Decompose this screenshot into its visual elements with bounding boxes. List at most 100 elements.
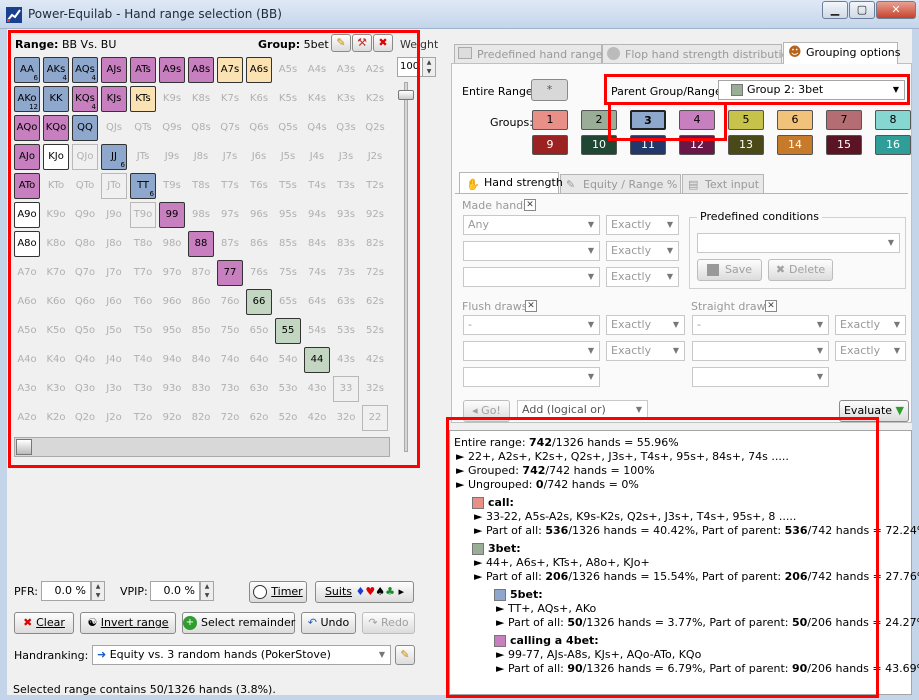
hand-cell-A9s[interactable]: A9s: [159, 57, 185, 83]
tab-flop-hand-strength[interactable]: Flop hand strength distribution: [602, 44, 795, 64]
pfr-spinner[interactable]: ▲ ▼: [91, 581, 105, 601]
hand-cell-A5o[interactable]: A5o: [14, 318, 40, 344]
invert-range-button[interactable]: ☯ Invert range: [80, 612, 176, 634]
hand-cell-Q5s[interactable]: Q5s: [275, 115, 301, 141]
hand-cell-T4o[interactable]: T4o: [130, 347, 156, 373]
hand-cell-A3s[interactable]: A3s: [333, 57, 359, 83]
group-button-2[interactable]: 2: [581, 110, 617, 130]
hand-cell-T6s[interactable]: T6s: [246, 173, 272, 199]
hand-cell-AQs[interactable]: AQs 4: [72, 57, 98, 83]
hand-cell-55[interactable]: 55: [275, 318, 301, 344]
hand-cell-Q6s[interactable]: Q6s: [246, 115, 272, 141]
flush-draws-exactly-2[interactable]: Exactly ▼: [606, 341, 685, 361]
hand-cell-AKo[interactable]: AKo 12: [14, 86, 40, 112]
hand-cell-85s[interactable]: 85s: [275, 231, 301, 257]
hand-cell-65s[interactable]: 65s: [275, 289, 301, 315]
hand-cell-J9s[interactable]: J9s: [159, 144, 185, 170]
hand-cell-J7s[interactable]: J7s: [217, 144, 243, 170]
straight-draws-select-1[interactable]: - ▼: [692, 315, 829, 335]
hand-cell-QQ[interactable]: QQ: [72, 115, 98, 141]
hand-cell-J5o[interactable]: J5o: [101, 318, 127, 344]
hand-cell-99[interactable]: 99: [159, 202, 185, 228]
handranking-select[interactable]: ➜ Equity vs. 3 random hands (PokerStove)…: [92, 645, 391, 665]
hand-cell-52s[interactable]: 52s: [362, 318, 388, 344]
hand-cell-T3s[interactable]: T3s: [333, 173, 359, 199]
hand-cell-JTo[interactable]: JTo: [101, 173, 127, 199]
hand-cell-K5s[interactable]: K5s: [275, 86, 301, 112]
hand-cell-QJs[interactable]: QJs: [101, 115, 127, 141]
hand-cell-K2s[interactable]: K2s: [362, 86, 388, 112]
hand-cell-KTo[interactable]: KTo: [43, 173, 69, 199]
hand-cell-72o[interactable]: 72o: [217, 405, 243, 431]
vpip-spinner[interactable]: ▲ ▼: [200, 581, 214, 601]
hand-cell-64o[interactable]: 64o: [246, 347, 272, 373]
hand-cell-AJs[interactable]: AJs: [101, 57, 127, 83]
hand-cell-QTo[interactable]: QTo: [72, 173, 98, 199]
hand-cell-J6s[interactable]: J6s: [246, 144, 272, 170]
hand-cell-T9s[interactable]: T9s: [159, 173, 185, 199]
group-button-11[interactable]: 11: [630, 135, 666, 155]
hand-cell-77[interactable]: 77: [217, 260, 243, 286]
hand-cell-JJ[interactable]: JJ 6: [101, 144, 127, 170]
group-button-9[interactable]: 9: [532, 135, 568, 155]
hand-cell-K9o[interactable]: K9o: [43, 202, 69, 228]
hand-cell-KQs[interactable]: KQs 4: [72, 86, 98, 112]
hand-cell-96o[interactable]: 96o: [159, 289, 185, 315]
hand-cell-95s[interactable]: 95s: [275, 202, 301, 228]
hand-cell-KTs[interactable]: KTs: [130, 86, 156, 112]
hand-cell-Q4o[interactable]: Q4o: [72, 347, 98, 373]
hand-cell-92o[interactable]: 92o: [159, 405, 185, 431]
hand-cell-K8o[interactable]: K8o: [43, 231, 69, 257]
group-button-12[interactable]: 12: [679, 135, 715, 155]
group-button-10[interactable]: 10: [581, 135, 617, 155]
hand-cell-T8s[interactable]: T8s: [188, 173, 214, 199]
group-button-6[interactable]: 6: [777, 110, 813, 130]
add-logical-select[interactable]: Add (logical or) ▼: [517, 400, 648, 420]
hand-cell-75o[interactable]: 75o: [217, 318, 243, 344]
hand-cell-53s[interactable]: 53s: [333, 318, 359, 344]
hand-cell-K3o[interactable]: K3o: [43, 376, 69, 402]
close-button[interactable]: ✕: [876, 1, 916, 19]
flush-draws-select-3[interactable]: ▼: [463, 367, 600, 387]
hand-cell-72s[interactable]: 72s: [362, 260, 388, 286]
hand-cell-53o[interactable]: 53o: [275, 376, 301, 402]
hand-cell-75s[interactable]: 75s: [275, 260, 301, 286]
hand-cell-42s[interactable]: 42s: [362, 347, 388, 373]
evaluate-button[interactable]: Evaluate ▼: [839, 400, 909, 422]
hand-cell-K4o[interactable]: K4o: [43, 347, 69, 373]
hand-cell-33[interactable]: 33: [333, 376, 359, 402]
straight-draws-clear-icon[interactable]: ✕: [765, 300, 777, 312]
hand-cell-A2s[interactable]: A2s: [362, 57, 388, 83]
hand-cell-J4s[interactable]: J4s: [304, 144, 330, 170]
hand-cell-T4s[interactable]: T4s: [304, 173, 330, 199]
hand-cell-54s[interactable]: 54s: [304, 318, 330, 344]
hand-cell-J6o[interactable]: J6o: [101, 289, 127, 315]
hand-cell-87o[interactable]: 87o: [188, 260, 214, 286]
maximize-button[interactable]: ▢: [849, 1, 875, 19]
hand-cell-Q5o[interactable]: Q5o: [72, 318, 98, 344]
hand-cell-94s[interactable]: 94s: [304, 202, 330, 228]
scrollbar-thumb[interactable]: [16, 439, 32, 455]
hand-cell-T7s[interactable]: T7s: [217, 173, 243, 199]
hand-cell-Q7o[interactable]: Q7o: [72, 260, 98, 286]
hand-cell-86o[interactable]: 86o: [188, 289, 214, 315]
hand-cell-KK[interactable]: KK: [43, 86, 69, 112]
hand-cell-A5s[interactable]: A5s: [275, 57, 301, 83]
hand-cell-T8o[interactable]: T8o: [130, 231, 156, 257]
group-button-1[interactable]: 1: [532, 110, 568, 130]
hand-cell-98o[interactable]: 98o: [159, 231, 185, 257]
hand-cell-KJs[interactable]: KJs: [101, 86, 127, 112]
hand-cell-62s[interactable]: 62s: [362, 289, 388, 315]
hand-cell-88[interactable]: 88: [188, 231, 214, 257]
timer-button[interactable]: Timer: [249, 581, 307, 603]
group-button-13[interactable]: 13: [728, 135, 764, 155]
hand-cell-K6s[interactable]: K6s: [246, 86, 272, 112]
hand-cell-KJo[interactable]: KJo: [43, 144, 69, 170]
handranking-edit-button[interactable]: ✎: [395, 645, 415, 665]
group-button-7[interactable]: 7: [826, 110, 862, 130]
group-button-3[interactable]: 3: [630, 110, 666, 130]
hand-cell-QJo[interactable]: QJo: [72, 144, 98, 170]
pfr-input[interactable]: 0.0 %: [41, 581, 91, 601]
hand-cell-A9o[interactable]: A9o: [14, 202, 40, 228]
hand-cell-J2s[interactable]: J2s: [362, 144, 388, 170]
